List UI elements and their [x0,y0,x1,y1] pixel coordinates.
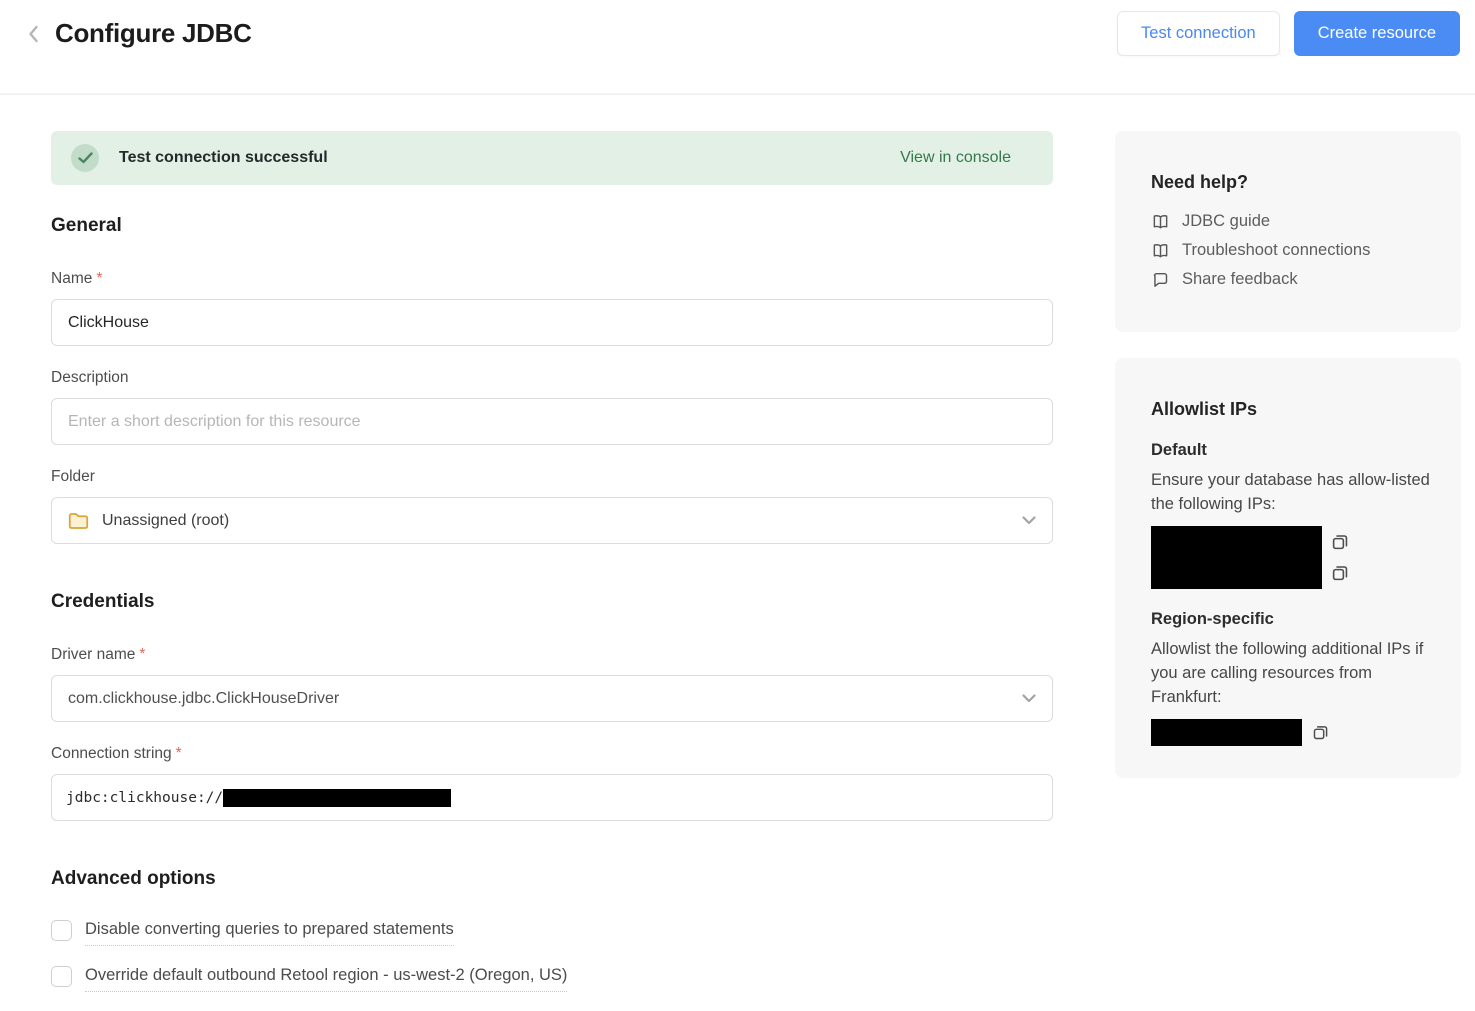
checkbox-label: Disable converting queries to prepared s… [85,919,454,946]
back-button[interactable] [20,11,46,56]
folder-label: Folder [51,468,1053,486]
allowlist-heading: Allowlist IPs [1151,399,1427,420]
allowlist-region-text: Allowlist the following additional IPs i… [1151,637,1431,709]
allowlist-default-text: Ensure your database has allow-listed th… [1151,468,1431,516]
book-icon [1151,242,1170,260]
help-link-label: Troubleshoot connections [1182,241,1370,260]
allowlist-panel: Allowlist IPs Default Ensure your databa… [1115,358,1461,778]
copy-ip-button[interactable] [1311,724,1329,742]
banner-message: Test connection successful [119,149,328,167]
help-link-troubleshoot[interactable]: Troubleshoot connections [1151,241,1427,260]
chevron-down-icon [1022,512,1036,530]
redacted-connection-host [223,789,451,807]
connection-string-label: Connection string* [51,745,1053,763]
name-label: Name* [51,270,1053,288]
help-link-label: JDBC guide [1182,212,1270,231]
required-asterisk: * [96,270,102,287]
help-link-label: Share feedback [1182,270,1298,289]
required-asterisk: * [139,646,145,663]
success-banner: Test connection successful View in conso… [51,131,1053,185]
sidebar: Need help? JDBC guide Troubleshoot conne… [1115,131,1461,778]
page-title: Configure JDBC [55,11,252,56]
checkbox-prepared-statements[interactable] [51,920,72,941]
folder-icon [68,512,89,530]
name-input-value: ClickHouse [68,314,149,332]
checkbox-row-prepared-statements[interactable]: Disable converting queries to prepared s… [51,919,1053,946]
need-help-heading: Need help? [1151,172,1427,193]
chevron-left-icon [27,24,40,44]
redacted-region-ip [1151,719,1302,746]
test-connection-button[interactable]: Test connection [1117,11,1280,56]
allowlist-default-heading: Default [1151,441,1427,460]
copy-ip-button[interactable] [1331,533,1349,551]
checkbox-label: Override default outbound Retool region … [85,965,567,992]
checkbox-override-region[interactable] [51,966,72,987]
need-help-panel: Need help? JDBC guide Troubleshoot conne… [1115,131,1461,332]
folder-select[interactable]: Unassigned (root) [51,497,1053,544]
driver-name-value: com.clickhouse.jdbc.ClickHouseDriver [68,690,339,708]
copy-ip-button[interactable] [1331,564,1349,582]
view-in-console-link[interactable]: View in console [900,149,1011,167]
general-section-heading: General [51,215,1053,237]
driver-name-label: Driver name* [51,646,1053,664]
create-resource-button[interactable]: Create resource [1294,11,1460,56]
chat-icon [1151,271,1170,289]
name-input[interactable]: ClickHouse [51,299,1053,346]
advanced-options-heading: Advanced options [51,868,1053,890]
required-asterisk: * [176,745,182,762]
book-icon [1151,213,1170,231]
checkbox-row-override-region[interactable]: Override default outbound Retool region … [51,965,1053,992]
credentials-section-heading: Credentials [51,591,1053,613]
description-label: Description [51,369,1053,387]
page-header: Configure JDBC Test connection Create re… [0,0,1475,95]
redacted-default-ips [1151,526,1322,589]
chevron-down-icon [1022,690,1036,708]
help-link-jdbc-guide[interactable]: JDBC guide [1151,212,1427,231]
folder-select-value: Unassigned (root) [102,512,229,530]
description-input[interactable]: Enter a short description for this resou… [51,398,1053,445]
allowlist-region-heading: Region-specific [1151,610,1427,629]
driver-name-select[interactable]: com.clickhouse.jdbc.ClickHouseDriver [51,675,1053,722]
description-placeholder: Enter a short description for this resou… [68,413,361,431]
connection-string-prefix: jdbc:clickhouse:// [66,790,223,806]
help-link-share-feedback[interactable]: Share feedback [1151,270,1427,289]
success-check-icon [71,144,99,172]
main-content: Test connection successful View in conso… [51,131,1053,1011]
connection-string-input[interactable]: jdbc:clickhouse:// [51,774,1053,821]
